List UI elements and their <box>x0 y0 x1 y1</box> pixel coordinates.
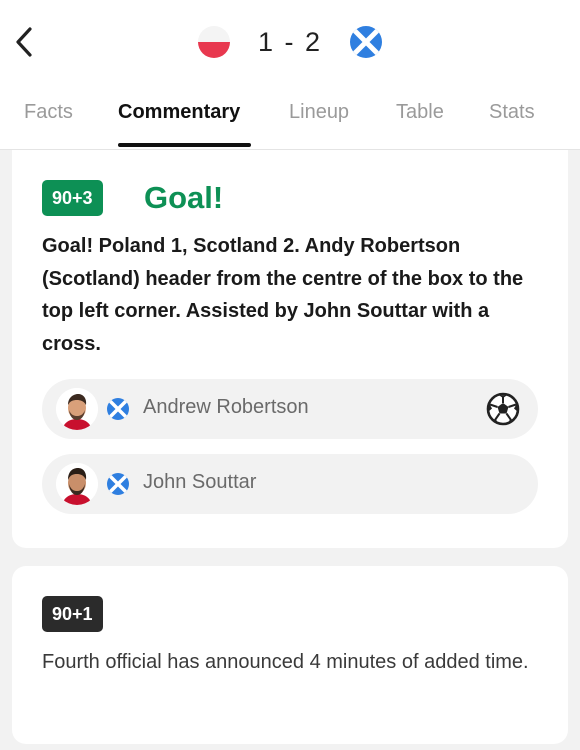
player-avatar <box>56 388 98 430</box>
commentary-text: Fourth official has announced 4 minutes … <box>42 651 529 673</box>
minute-badge: 90+3 <box>42 180 103 216</box>
tab-bar: Facts Commentary Lineup Table Stats <box>0 96 580 150</box>
minute-badge: 90+1 <box>42 596 103 632</box>
player-row-assist[interactable]: John Souttar <box>42 454 538 514</box>
event-title: Goal! <box>144 180 224 215</box>
tab-table[interactable]: Table <box>396 96 444 128</box>
player-name: Andrew Robertson <box>143 396 309 418</box>
football-icon <box>486 392 520 426</box>
active-tab-indicator <box>118 143 251 147</box>
commentary-card-info: 90+1 Fourth official has announced 4 min… <box>12 566 568 744</box>
poland-flag-icon <box>197 26 230 58</box>
player-row-scorer[interactable]: Andrew Robertson <box>42 379 538 439</box>
score-row: 1 - 2 <box>0 22 580 62</box>
tab-lineup[interactable]: Lineup <box>289 96 349 128</box>
scotland-flag-icon <box>107 398 129 420</box>
tab-facts[interactable]: Facts <box>24 96 73 128</box>
player-name: John Souttar <box>143 471 257 493</box>
scotland-flag-icon <box>350 26 383 58</box>
tab-stats[interactable]: Stats <box>489 96 535 128</box>
match-header: 1 - 2 Facts Commentary Lineup Table Stat… <box>0 0 580 150</box>
match-score: 1 - 2 <box>257 26 323 57</box>
scotland-flag-icon <box>107 473 129 495</box>
player-avatar <box>56 463 98 505</box>
commentary-card-goal: 90+3 Goal! Goal! Poland 1, Scotland 2. A… <box>12 150 568 548</box>
commentary-text: Goal! Poland 1, Scotland 2. Andy Roberts… <box>42 235 524 355</box>
tab-commentary[interactable]: Commentary <box>118 96 240 128</box>
